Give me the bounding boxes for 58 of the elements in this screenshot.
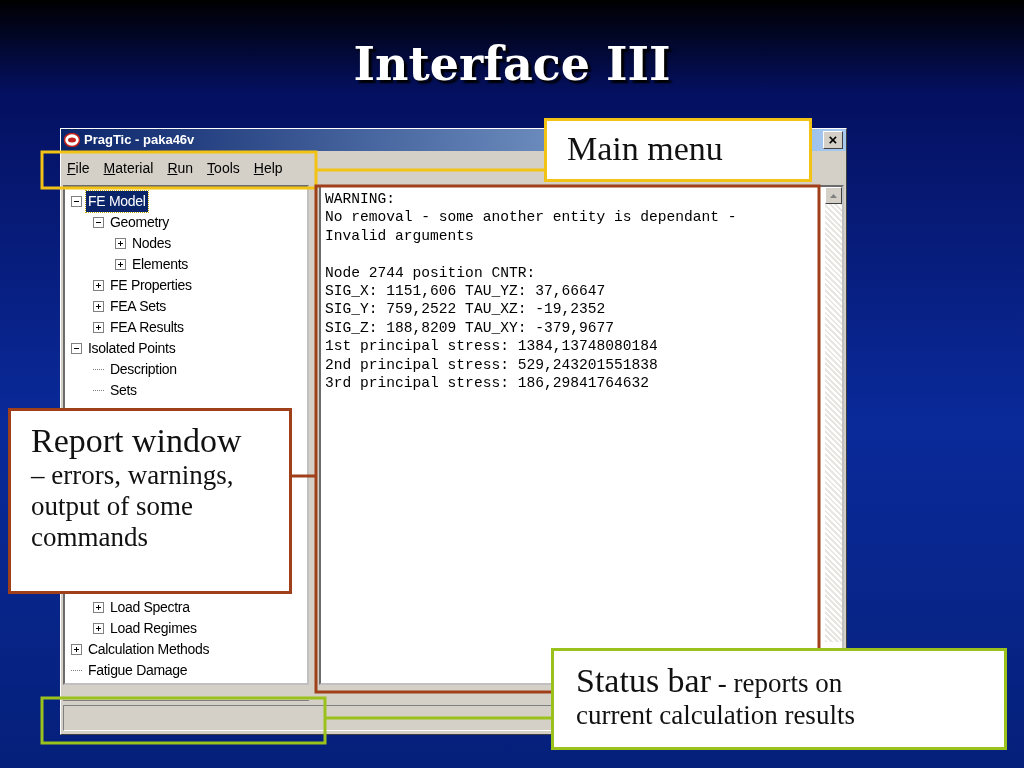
menu-item[interactable]: Tools	[207, 157, 240, 179]
close-button[interactable]: ×	[823, 131, 843, 149]
expand-toggle[interactable]	[93, 623, 104, 634]
report-line: Invalid arguments	[325, 226, 475, 246]
scroll-up-button[interactable]	[825, 187, 842, 204]
tree-item[interactable]: Elements	[130, 254, 190, 275]
expand-toggle[interactable]	[115, 259, 126, 270]
collapse-toggle[interactable]	[71, 196, 82, 207]
report-line: SIG_X: 1151,606 TAU_YZ: 37,66647	[325, 282, 607, 301]
tree-item[interactable]: FEA Results	[108, 317, 186, 338]
plus-icon	[94, 281, 103, 290]
plus-icon	[94, 603, 103, 612]
report-line: 2nd principal stress: 529,243201551838	[325, 355, 659, 375]
tree-item[interactable]: Isolated Points	[86, 338, 178, 359]
callout-text: Report window – errors, warnings, output of some commands	[31, 421, 243, 554]
tree-item[interactable]: Load Regimes	[108, 618, 199, 639]
menu-item[interactable]: Run	[167, 157, 194, 179]
report-line: 3rd principal stress: 186,29841764632	[325, 374, 651, 393]
tree-item[interactable]: Geometry	[108, 212, 172, 233]
collapse-toggle[interactable]	[93, 217, 104, 228]
tree-item[interactable]: FE Model	[86, 191, 148, 212]
plus-icon	[94, 624, 103, 633]
slide-title: Interface III	[353, 36, 671, 93]
tree-item[interactable]: FE Properties	[108, 275, 194, 296]
tree-item[interactable]: Description	[108, 359, 179, 380]
callout-text: Status bar - reports on current calculation results	[576, 661, 856, 732]
collapse-toggle[interactable]	[71, 343, 82, 354]
report-line: Node 2744 position CNTR:	[325, 263, 537, 282]
menu-item[interactable]: Material	[103, 157, 154, 179]
window-title: PragTic - paka46v	[84, 131, 195, 150]
expand-toggle[interactable]	[93, 322, 104, 333]
tree-item[interactable]: Fatigue Damage	[86, 660, 190, 681]
expand-toggle[interactable]	[71, 644, 82, 655]
menu-item[interactable]: Help	[253, 157, 283, 179]
scrollbar[interactable]	[825, 187, 842, 642]
expand-toggle[interactable]	[93, 301, 104, 312]
plus-icon	[94, 302, 103, 311]
tree-item[interactable]: Load Spectra	[108, 597, 192, 618]
plus-icon	[94, 323, 103, 332]
tree-item[interactable]: FEA Sets	[108, 296, 168, 317]
report-line: 1st principal stress: 1384,13748080184	[325, 337, 659, 356]
tree-item[interactable]: Calculation Methods	[86, 639, 212, 660]
menu-item[interactable]: File	[67, 157, 90, 179]
callout-text: Main menu	[567, 129, 724, 169]
report-line: SIG_Y: 759,2522 TAU_XZ: -19,2352	[325, 300, 607, 319]
app-icon	[64, 133, 80, 147]
plus-icon	[116, 239, 125, 248]
expand-toggle[interactable]	[93, 602, 104, 613]
report-line: SIG_Z: 188,8209 TAU_XY: -379,9677	[325, 318, 615, 338]
expand-toggle[interactable]	[115, 238, 126, 249]
tree-item[interactable]: Sets	[108, 380, 139, 401]
expand-toggle[interactable]	[93, 280, 104, 291]
plus-icon	[116, 260, 125, 269]
up-arrow-icon	[830, 193, 837, 198]
report-line: WARNING:	[325, 190, 397, 209]
plus-icon	[72, 645, 81, 654]
report-line: No removal - some another entity is dependant -	[325, 208, 738, 227]
tree-item[interactable]: Nodes	[130, 233, 173, 254]
